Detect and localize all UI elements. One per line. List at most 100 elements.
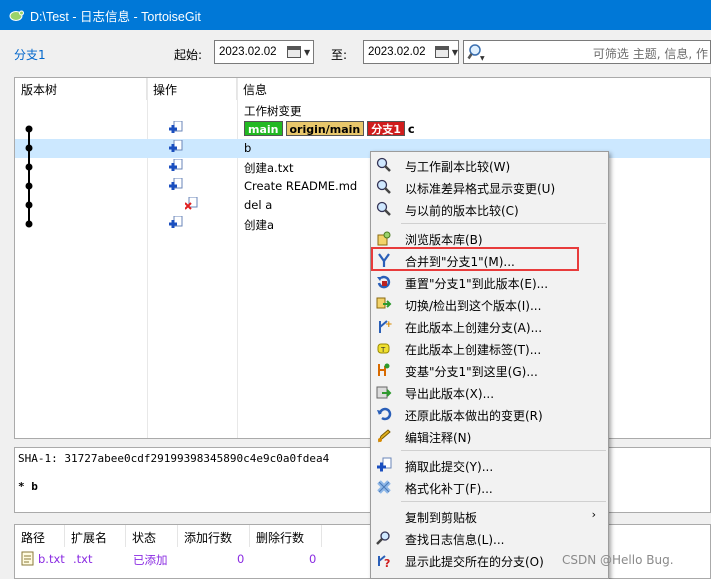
find-icon: [376, 531, 390, 545]
column-header-path[interactable]: 路径: [15, 525, 65, 547]
menu-item-label: 摘取此提交(Y)...: [405, 460, 494, 474]
menu-show-unified-diff[interactable]: 以标准差异格式显示变更(U): [373, 176, 606, 198]
menu-cherry-pick[interactable]: 摘取此提交(Y)...: [373, 454, 606, 476]
svg-text:T: T: [380, 346, 386, 354]
menu-create-branch[interactable]: + 在此版本上创建分支(A)...: [373, 315, 606, 337]
merge-icon: [378, 253, 390, 267]
calendar-icon: [435, 46, 449, 58]
log-message: b: [244, 141, 252, 155]
menu-copy-to-clipboard[interactable]: 复制到剪贴板 ›: [373, 505, 606, 527]
tortoisegit-icon: [9, 10, 24, 21]
menu-item-label: 还原此版本做出的变更(R): [405, 409, 543, 423]
filter-bar: 分支1 起始: 2023.02.02 ▼ 至: 2023.02.02 ▼ ▼ 可…: [0, 30, 711, 76]
commit-subject: * b: [18, 480, 38, 493]
commit-node: [25, 220, 33, 228]
chevron-down-icon: ▼: [304, 47, 311, 57]
watermark: CSDN @Hello Bug.: [562, 553, 674, 567]
revision-graph: [25, 125, 33, 228]
commit-node: [25, 182, 33, 190]
file-extension: .txt: [73, 552, 93, 566]
menu-item-label: 复制到剪贴板: [405, 511, 478, 525]
menu-switch-checkout[interactable]: 切换/检出到这个版本(I)...: [373, 293, 606, 315]
reset-icon: [377, 275, 391, 289]
menu-browse-repository[interactable]: 浏览版本库(B): [373, 227, 606, 249]
search-placeholder: 可筛选 主题, 信息, 作: [592, 47, 708, 61]
file-row[interactable]: b.txt: [21, 551, 65, 566]
log-message: 创建a.txt: [244, 161, 294, 175]
search-icon[interactable]: ▼: [467, 43, 485, 61]
menu-compare-working-copy[interactable]: 与工作副本比较(W): [373, 154, 606, 176]
commit-node: [25, 125, 33, 133]
log-message-text: c: [407, 122, 415, 136]
column-header-message[interactable]: 信息: [237, 78, 710, 100]
compare-previous-icon: [376, 201, 391, 216]
menu-item-label: 在此版本上创建分支(A)...: [405, 321, 543, 335]
from-date-value: 2023.02.02: [219, 46, 277, 58]
branch-link[interactable]: 分支1: [14, 46, 46, 63]
column-header-actions[interactable]: 操作: [147, 78, 237, 100]
log-message: Create README.md: [244, 179, 358, 193]
export-icon: [376, 386, 392, 399]
menu-edit-notes[interactable]: 编辑注释(N): [373, 425, 606, 447]
menu-create-tag[interactable]: T 在此版本上创建标签(T)...: [373, 337, 606, 359]
modified-icon: [169, 140, 183, 152]
menu-item-label: 查找日志信息(L)...: [405, 533, 505, 547]
diff-icon: [376, 179, 391, 194]
log-message: 创建a: [244, 218, 275, 232]
menu-separator: [401, 501, 606, 502]
window-title: D:\Test - 日志信息 - TortoiseGit: [30, 9, 201, 24]
modified-icon: [169, 216, 183, 228]
log-message: 工作树变更: [244, 104, 302, 118]
menu-merge-to-branch[interactable]: 合并到"分支1"(M)...: [373, 249, 606, 271]
file-deleted-lines: 0: [309, 552, 317, 566]
svg-text:+: +: [385, 320, 392, 330]
svg-text:?: ?: [384, 557, 390, 568]
menu-item-label: 编辑注释(N): [405, 431, 472, 445]
context-menu: 与工作副本比较(W) 以标准差异格式显示变更(U) 与以前的版本比较(C) 浏览…: [370, 151, 609, 579]
log-message: del a: [244, 198, 273, 212]
menu-export-revision[interactable]: 导出此版本(X)...: [373, 381, 606, 403]
column-header-status[interactable]: 状态: [126, 525, 178, 547]
branches-icon: ?: [378, 555, 390, 568]
menu-item-label: 变基"分支1"到这里(G)...: [405, 365, 538, 379]
menu-item-label: 重置"分支1"到此版本(E)...: [405, 277, 549, 291]
switch-icon: [376, 297, 392, 309]
deleted-icon: [185, 197, 198, 210]
menu-item-label: 导出此版本(X)...: [405, 387, 495, 401]
from-label: 起始:: [174, 48, 203, 62]
create-tag-icon: T: [377, 343, 390, 354]
search-input[interactable]: ▼ 可筛选 主题, 信息, 作: [463, 40, 711, 64]
title-bar[interactable]: D:\Test - 日志信息 - TortoiseGit: [0, 0, 711, 30]
menu-item-label: 合并到"分支1"(M)...: [405, 255, 515, 269]
column-header-deleted[interactable]: 删除行数: [250, 525, 322, 547]
rebase-icon: [378, 363, 390, 376]
menu-rebase-branch[interactable]: 变基"分支1"到这里(G)...: [373, 359, 606, 381]
menu-find-log-message[interactable]: 查找日志信息(L)...: [373, 527, 606, 549]
modified-icon: [169, 159, 183, 171]
tag-origin-main: origin/main: [285, 121, 365, 136]
menu-item-label: 格式化补丁(F)...: [405, 482, 493, 496]
from-date-picker[interactable]: 2023.02.02 ▼: [214, 40, 314, 64]
menu-item-label: 显示此提交所在的分支(O): [405, 555, 544, 569]
menu-reset-branch[interactable]: 重置"分支1"到此版本(E)...: [373, 271, 606, 293]
chevron-right-icon: ›: [591, 508, 596, 521]
menu-format-patch[interactable]: 格式化补丁(F)...: [373, 476, 606, 498]
menu-compare-previous[interactable]: 与以前的版本比较(C): [373, 198, 606, 220]
commit-sha: SHA-1: 31727abee0cdf29199398345890c4e9c0…: [18, 452, 330, 465]
to-date-picker[interactable]: 2023.02.02 ▼: [363, 40, 459, 64]
log-window: D:\Test - 日志信息 - TortoiseGit 分支1 起始: 202…: [0, 0, 711, 579]
modified-icon: [169, 178, 183, 190]
menu-revert-changes[interactable]: 还原此版本做出的变更(R): [373, 403, 606, 425]
commit-node: [25, 163, 33, 171]
text-file-icon: [21, 551, 34, 566]
edit-note-icon: [377, 429, 391, 443]
tag-branch: 分支1: [367, 121, 405, 136]
commit-node: [25, 144, 33, 152]
modified-icon: [169, 121, 183, 133]
tag-main: main: [244, 121, 283, 136]
column-header-added[interactable]: 添加行数: [178, 525, 250, 547]
repo-browser-icon: [377, 231, 391, 246]
file-added-lines: 0: [237, 552, 245, 566]
column-header-extension[interactable]: 扩展名: [65, 525, 126, 547]
menu-separator: [401, 223, 606, 224]
